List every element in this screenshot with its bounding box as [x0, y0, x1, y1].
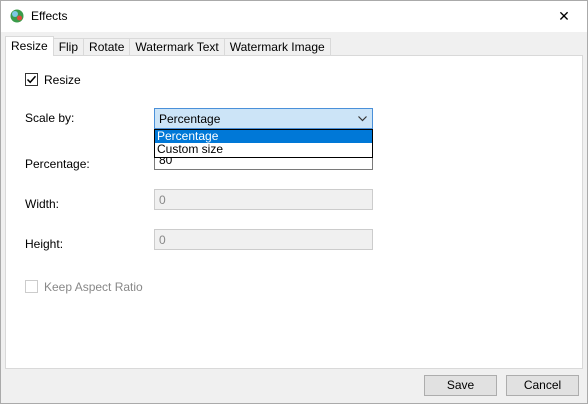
- cancel-button[interactable]: Cancel: [506, 375, 579, 396]
- close-icon: ✕: [558, 8, 570, 24]
- save-button[interactable]: Save: [424, 375, 497, 396]
- scale-by-value: Percentage: [159, 112, 221, 126]
- keep-aspect-checkbox[interactable]: [25, 280, 38, 293]
- height-label: Height:: [25, 237, 64, 251]
- dropdown-option-custom-size[interactable]: Custom size: [155, 143, 372, 156]
- effects-window: Effects ✕ Resize Flip Rotate Watermark T…: [0, 0, 588, 404]
- percentage-label: Percentage:: [25, 157, 90, 171]
- title-bar: Effects ✕: [1, 1, 587, 32]
- window-title: Effects: [31, 9, 68, 23]
- resize-checkbox-label: Resize: [44, 73, 81, 87]
- width-label: Width:: [25, 197, 60, 211]
- scale-by-select[interactable]: Percentage: [154, 108, 373, 129]
- scale-by-label: Scale by:: [25, 111, 75, 125]
- resize-panel: [5, 55, 583, 369]
- chevron-down-icon: [357, 113, 368, 124]
- tab-resize[interactable]: Resize: [5, 36, 54, 56]
- resize-checkbox[interactable]: [25, 73, 38, 86]
- width-input[interactable]: 0: [154, 189, 373, 210]
- scale-by-dropdown: Percentage Custom size: [154, 129, 373, 158]
- tab-flip[interactable]: Flip: [52, 38, 85, 56]
- tab-watermark-text[interactable]: Watermark Text: [129, 38, 225, 56]
- checkmark-icon: [26, 75, 37, 84]
- keep-aspect-label: Keep Aspect Ratio: [44, 280, 143, 294]
- app-icon: [9, 8, 25, 24]
- tab-strip: Resize Flip Rotate Watermark Text Waterm…: [5, 36, 331, 56]
- height-input[interactable]: 0: [154, 229, 373, 250]
- tab-rotate[interactable]: Rotate: [83, 38, 131, 56]
- close-button[interactable]: ✕: [541, 1, 587, 32]
- tab-watermark-image[interactable]: Watermark Image: [223, 38, 331, 56]
